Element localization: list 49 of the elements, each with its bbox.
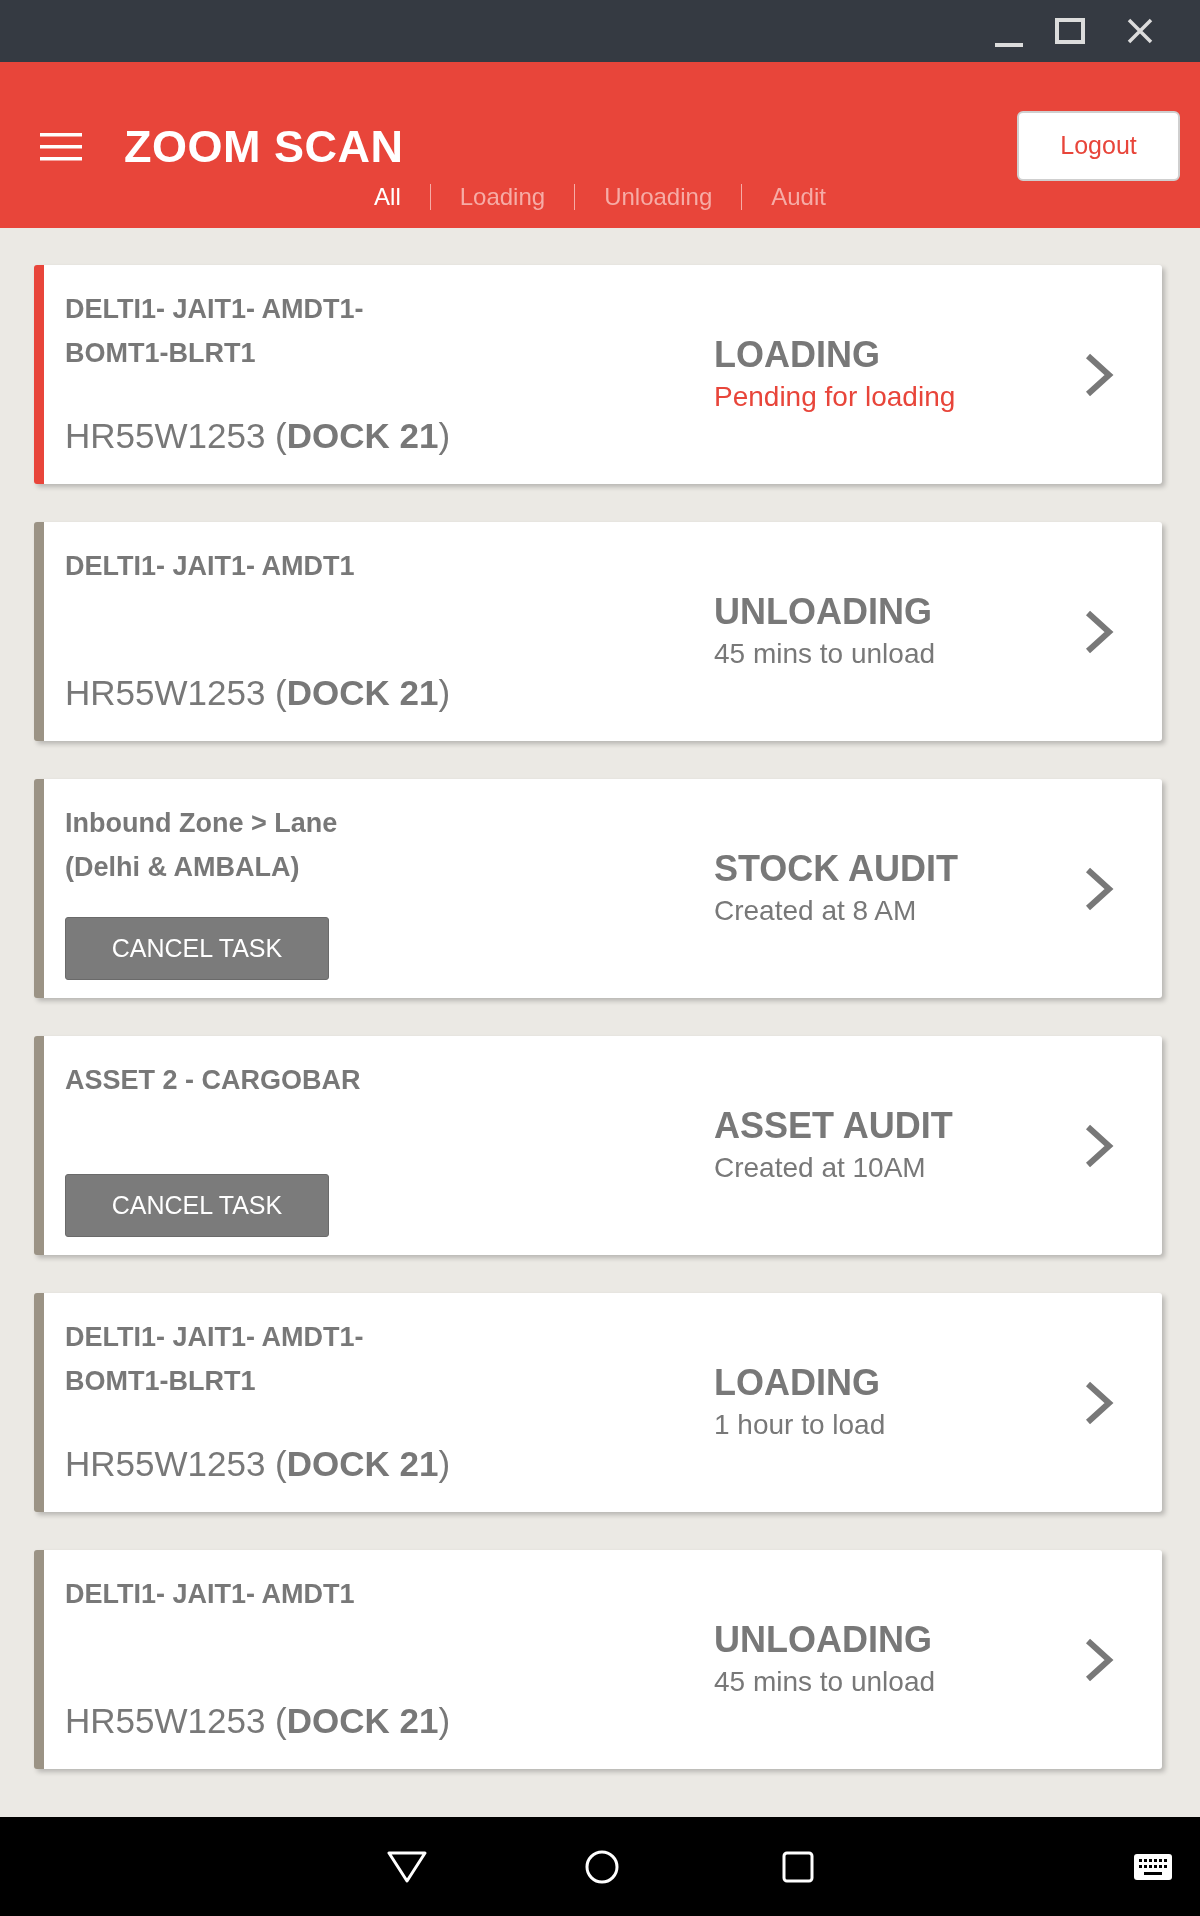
chevron-right-icon (1084, 1380, 1114, 1425)
status-title: UNLOADING (714, 1617, 933, 1662)
cancel-task-button[interactable]: CANCEL TASK (65, 917, 329, 980)
route-text: DELTI1- JAIT1- AMDT1 (65, 1578, 355, 1611)
recent-apps-icon[interactable] (782, 1850, 814, 1883)
menu-icon[interactable] (40, 133, 82, 161)
route-text: DELTI1- JAIT1- AMDT1 (65, 550, 355, 583)
vehicle-dock-text: HR55W1253 (DOCK 21) (65, 672, 451, 714)
status-title: LOADING (714, 332, 881, 377)
chevron-right-icon (1084, 866, 1114, 911)
filter-tab[interactable]: All (370, 181, 405, 213)
chevron-right-icon (1084, 1123, 1114, 1168)
status-title: STOCK AUDIT (714, 846, 959, 891)
close-icon[interactable] (1127, 18, 1153, 44)
vehicle-dock-text: HR55W1253 (DOCK 21) (65, 415, 451, 457)
status-detail: 1 hour to load (714, 1407, 887, 1442)
vehicle-dock-text: HR55W1253 (DOCK 21) (65, 1700, 451, 1742)
filter-tab[interactable]: Loading (455, 181, 550, 213)
status-detail: 45 mins to unload (714, 1664, 937, 1699)
chevron-right-icon (1084, 1637, 1114, 1682)
task-card[interactable]: Inbound Zone > Lane (Delhi & AMBALA) CANCEL TASK STOCK AUDIT Created at 8 AM (34, 779, 1162, 998)
maximize-icon[interactable] (1055, 18, 1085, 44)
chevron-right-icon (1084, 352, 1114, 397)
status-detail: Pending for loading (714, 379, 957, 414)
route-text: Inbound Zone > Lane (Delhi & AMBALA) (65, 807, 339, 884)
task-card[interactable]: DELTI1- JAIT1- AMDT1-BOMT1-BLRT1 HR55W1253 (DOCK 21) LOADING Pending for loading (34, 265, 1162, 484)
route-text: ASSET 2 - CARGOBAR (65, 1064, 361, 1097)
vehicle-dock-text: HR55W1253 (DOCK 21) (65, 1443, 451, 1485)
status-title: ASSET AUDIT (714, 1103, 954, 1148)
app-title: ZOOM SCAN (124, 123, 404, 169)
logout-button[interactable]: Logout (1017, 111, 1180, 181)
status-detail: Created at 10AM (714, 1150, 927, 1185)
status-detail: 45 mins to unload (714, 636, 937, 671)
filter-tab[interactable]: Unloading (600, 181, 717, 213)
chevron-right-icon (1084, 609, 1114, 654)
keyboard-icon[interactable] (1134, 1853, 1172, 1880)
cancel-task-button[interactable]: CANCEL TASK (65, 1174, 329, 1237)
task-card[interactable]: DELTI1- JAIT1- AMDT1-BOMT1-BLRT1 HR55W1253 (DOCK 21) LOADING 1 hour to load (34, 1293, 1162, 1512)
route-text: DELTI1- JAIT1- AMDT1-BOMT1-BLRT1 (65, 293, 365, 370)
filter-tab[interactable]: Audit (767, 181, 830, 213)
route-text: DELTI1- JAIT1- AMDT1-BOMT1-BLRT1 (65, 1321, 365, 1398)
back-icon[interactable] (387, 1850, 427, 1883)
status-detail: Created at 8 AM (714, 893, 918, 928)
status-title: LOADING (714, 1360, 881, 1405)
task-card[interactable]: DELTI1- JAIT1- AMDT1 HR55W1253 (DOCK 21) UNLOADING 45 mins to unload (34, 522, 1162, 741)
task-card[interactable]: DELTI1- JAIT1- AMDT1 HR55W1253 (DOCK 21) UNLOADING 45 mins to unload (34, 1550, 1162, 1769)
task-card[interactable]: ASSET 2 - CARGOBAR CANCEL TASK ASSET AUDIT Created at 10AM (34, 1036, 1162, 1255)
home-icon[interactable] (585, 1849, 619, 1884)
status-title: UNLOADING (714, 589, 933, 634)
